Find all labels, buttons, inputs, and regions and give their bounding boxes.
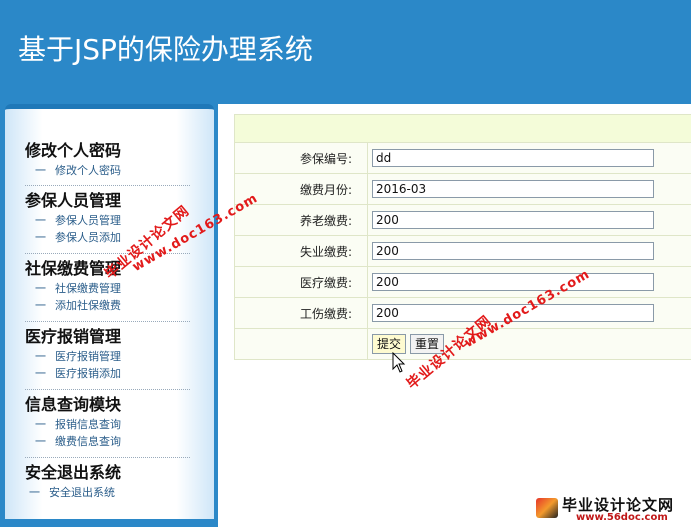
menu-link-label: 医疗报销添加: [55, 367, 121, 380]
pension-payment-input[interactable]: [372, 211, 654, 229]
menu-link-label: 医疗报销管理: [55, 350, 121, 363]
dash-icon: 一: [29, 486, 40, 499]
dash-icon: 一: [35, 282, 46, 295]
dash-icon: 一: [35, 350, 46, 363]
field-label: 医疗缴费:: [234, 266, 368, 298]
menu-link-logout[interactable]: 一安全退出系统: [25, 484, 190, 501]
payment-form: 参保编号: 缴费月份: 养老缴费: 失业缴费: 医疗缴费: 工伤缴费: 提交重置: [234, 114, 691, 360]
menu-link-medical-manage[interactable]: 一医疗报销管理: [25, 348, 190, 365]
dash-icon: 一: [35, 231, 46, 244]
field-label: 工伤缴费:: [234, 297, 368, 329]
menu-title: 参保人员管理: [25, 191, 122, 210]
menu-title: 安全退出系统: [25, 463, 122, 482]
menu-link-medical-add[interactable]: 一医疗报销添加: [25, 365, 190, 382]
payment-month-input[interactable]: [372, 180, 654, 198]
menu-section-query: 信息查询模块 一报销信息查询 一缴费信息查询: [25, 394, 190, 450]
menu-link-reimburse-query[interactable]: 一报销信息查询: [25, 416, 190, 433]
menu-link-label: 社保缴费管理: [55, 282, 121, 295]
menu-title: 信息查询模块: [25, 395, 122, 414]
menu-link-payment-add[interactable]: 一添加社保缴费: [25, 297, 190, 314]
submit-button[interactable]: 提交: [372, 334, 407, 354]
medical-payment-input[interactable]: [372, 273, 654, 291]
app-header: 基于JSP的保险办理系统: [0, 0, 691, 104]
form-row: 医疗缴费:: [234, 266, 691, 298]
menu-title: 修改个人密码: [25, 141, 122, 160]
logo-mark-icon: [536, 498, 558, 518]
menu-link-label: 报销信息查询: [55, 418, 121, 431]
watermark-logo: 毕业设计论文网 www.56doc.com: [530, 494, 690, 524]
menu-section-medical: 医疗报销管理 一医疗报销管理 一医疗报销添加: [25, 326, 190, 382]
dash-icon: 一: [35, 418, 46, 431]
menu-divider: [25, 457, 190, 458]
menu-section-logout: 安全退出系统 一安全退出系统: [25, 462, 190, 501]
dash-icon: 一: [35, 367, 46, 380]
mouse-cursor-icon: [392, 352, 406, 373]
dash-icon: 一: [35, 299, 46, 312]
form-row: 失业缴费:: [234, 235, 691, 267]
dash-icon: 一: [35, 435, 46, 448]
field-label: 参保编号:: [234, 142, 368, 174]
page-title: 基于JSP的保险办理系统: [18, 33, 313, 66]
menu-link-payment-manage[interactable]: 一社保缴费管理: [25, 280, 190, 297]
form-row: 养老缴费:: [234, 204, 691, 236]
menu-link-label: 参保人员添加: [55, 231, 121, 244]
form-header-bar: [234, 114, 691, 143]
sidebar-footer: [0, 519, 218, 527]
menu-divider: [25, 321, 190, 322]
menu-link-label: 安全退出系统: [49, 486, 115, 499]
form-row: 参保编号:: [234, 142, 691, 174]
menu-divider: [25, 389, 190, 390]
menu-link-payment-query[interactable]: 一缴费信息查询: [25, 433, 190, 450]
menu-link-label: 添加社保缴费: [55, 299, 121, 312]
menu-link-label: 缴费信息查询: [55, 435, 121, 448]
menu-divider: [25, 185, 190, 186]
menu-link-label: 修改个人密码: [55, 164, 121, 177]
field-label: 失业缴费:: [234, 235, 368, 267]
main-content: 参保编号: 缴费月份: 养老缴费: 失业缴费: 医疗缴费: 工伤缴费: 提交重置: [218, 104, 691, 527]
dash-icon: 一: [35, 164, 46, 177]
unemployment-payment-input[interactable]: [372, 242, 654, 260]
menu-link-change-password[interactable]: 一修改个人密码: [25, 162, 190, 179]
field-label: 养老缴费:: [234, 204, 368, 236]
form-row: 缴费月份:: [234, 173, 691, 205]
insured-id-input[interactable]: [372, 149, 654, 167]
menu-link-label: 参保人员管理: [55, 214, 121, 227]
menu-title: 医疗报销管理: [25, 327, 122, 346]
logo-url: www.56doc.com: [576, 512, 668, 523]
form-row: 工伤缴费:: [234, 297, 691, 329]
menu-section-password: 修改个人密码 一修改个人密码: [25, 140, 190, 179]
dash-icon: 一: [35, 214, 46, 227]
